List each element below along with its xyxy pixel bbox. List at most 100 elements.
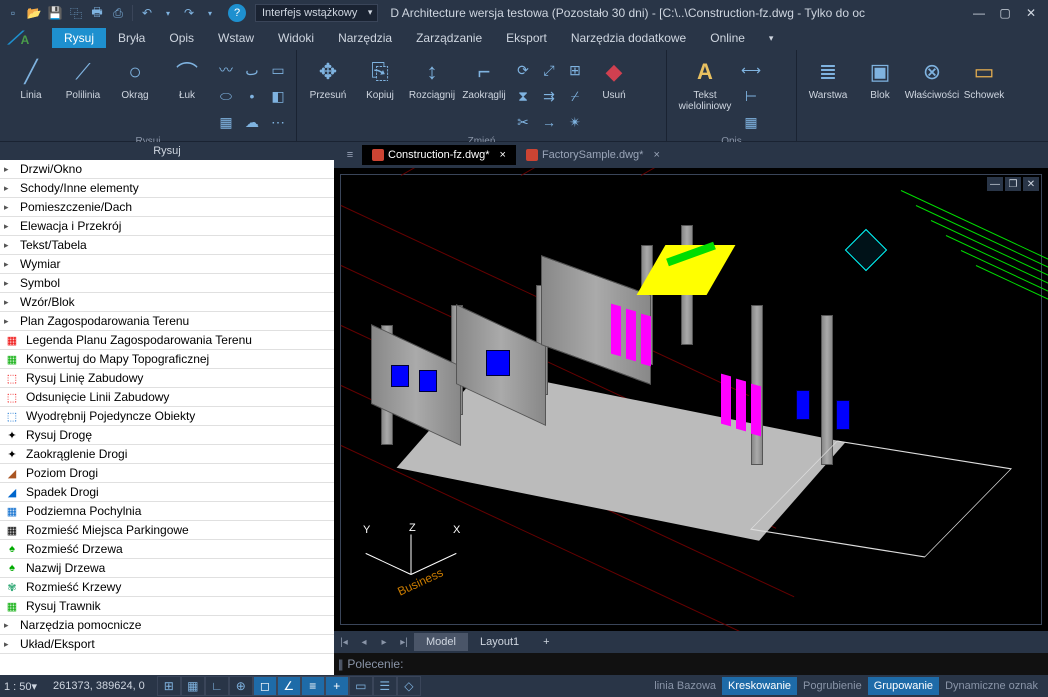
arc-button[interactable]: ⌒Łuk (162, 54, 212, 134)
model-icon[interactable]: ▭ (349, 676, 373, 696)
view-cube[interactable] (841, 225, 891, 275)
tab-close-icon[interactable]: × (500, 149, 506, 161)
tab-model[interactable]: Model (414, 633, 468, 651)
palette-item[interactable]: ▸Tekst/Tabela (0, 236, 334, 255)
tab-first-icon[interactable]: |◂ (334, 632, 354, 652)
palette-item[interactable]: ▸Elewacja i Przekrój (0, 217, 334, 236)
palette-item[interactable]: ▸Narzędzia pomocnicze (0, 616, 334, 635)
palette-item[interactable]: ▦Rozmieść Miejsca Parkingowe (0, 521, 334, 540)
palette-item[interactable]: ◢Poziom Drogi (0, 464, 334, 483)
palette-item[interactable]: ⬚Odsunięcie Linii Zabudowy (0, 388, 334, 407)
tab-last-icon[interactable]: ▸| (394, 632, 414, 652)
menu-bryła[interactable]: Bryła (106, 28, 157, 48)
clipboard-button[interactable]: ▭Schowek (959, 54, 1009, 141)
palette-item[interactable]: ▸Układ/Eksport (0, 635, 334, 654)
undo-icon[interactable]: ↶ (138, 4, 156, 22)
command-input[interactable] (407, 657, 1044, 672)
tab-close-icon[interactable]: × (653, 149, 659, 161)
status-toggle-grupowanie[interactable]: Grupowanie (868, 677, 939, 695)
otrack-icon[interactable]: ∠ (277, 676, 301, 696)
dim-linear-icon[interactable]: ⟷ (739, 58, 763, 82)
ellipse-icon[interactable]: ⬭ (214, 84, 238, 108)
ui-style-dropdown[interactable]: Interfejs wstążkowy (255, 4, 378, 22)
snap-grid-icon[interactable]: ⊞ (157, 676, 181, 696)
palette-item[interactable]: ▦Konwertuj do Mapy Topograficznej (0, 350, 334, 369)
layer-button[interactable]: ≣Warstwa (803, 54, 853, 141)
spline-icon[interactable]: 〰 (214, 58, 238, 82)
status-toggle-pogrubienie[interactable]: Pogrubienie (797, 677, 868, 695)
trim-icon[interactable]: ✂ (511, 110, 535, 134)
osnap-icon[interactable]: ◻ (253, 676, 277, 696)
save-icon[interactable]: 💾 (46, 4, 64, 22)
menu-rysuj[interactable]: Rysuj (52, 28, 106, 48)
palette-item[interactable]: ▦Legenda Planu Zagospodarowania Terenu (0, 331, 334, 350)
palette-item[interactable]: ▸Plan Zagospodarowania Terenu (0, 312, 334, 331)
rotate-icon[interactable]: ⟳ (511, 58, 535, 82)
palette-item[interactable]: ✦Zaokrąglenie Drogi (0, 445, 334, 464)
palette-item[interactable]: ▸Wymiar (0, 255, 334, 274)
redo-drop-icon[interactable]: ▾ (201, 4, 219, 22)
menu-eksport[interactable]: Eksport (494, 28, 559, 48)
lwt-icon[interactable]: ≡ (301, 676, 325, 696)
doc-tab[interactable]: Construction-fz.dwg*× (362, 145, 516, 165)
menu-wstaw[interactable]: Wstaw (206, 28, 266, 48)
menu-narzędzia[interactable]: Narzędzia (326, 28, 404, 48)
plot-icon[interactable]: 🖶 (88, 4, 106, 22)
palette-item[interactable]: ✦Rysuj Drogę (0, 426, 334, 445)
saveall-icon[interactable]: ⿻ (67, 4, 85, 22)
menu-expand-icon[interactable]: ▾ (757, 30, 786, 47)
view-close-icon[interactable]: ✕ (1023, 177, 1039, 191)
scale-display[interactable]: 1 : 50▾ (4, 680, 37, 693)
help-icon[interactable]: ? (228, 4, 246, 22)
menu-online[interactable]: Online (698, 28, 757, 48)
cmdline-grip-icon[interactable]: ||| (338, 657, 341, 671)
palette-item[interactable]: ▦Podziemna Pochylnia (0, 502, 334, 521)
break-icon[interactable]: ⌿ (563, 84, 587, 108)
drawing-canvas[interactable]: — ❐ ✕ (334, 168, 1048, 631)
minimize-button[interactable]: — (970, 4, 988, 22)
doc-tab[interactable]: FactorySample.dwg*× (516, 145, 670, 165)
tab-layout1[interactable]: Layout1 (468, 633, 531, 651)
menu-zarządzanie[interactable]: Zarządzanie (404, 28, 494, 48)
palette-item[interactable]: ✾Rozmieść Krzewy (0, 578, 334, 597)
command-line[interactable]: ||| Polecenie: (334, 653, 1048, 675)
tab-prev-icon[interactable]: ◂ (354, 632, 374, 652)
scale-icon[interactable]: ⤢ (537, 58, 561, 82)
status-toggle-kreskowanie[interactable]: Kreskowanie (722, 677, 797, 695)
palette-item[interactable]: ▦Rysuj Trawnik (0, 597, 334, 616)
menu-opis[interactable]: Opis (157, 28, 206, 48)
menu-narzędzia-dodatkowe[interactable]: Narzędzia dodatkowe (559, 28, 698, 48)
properties-button[interactable]: ⊗Właściwości (907, 54, 957, 141)
redo-icon[interactable]: ↷ (180, 4, 198, 22)
table-icon[interactable]: ▦ (739, 110, 763, 134)
hatch-icon[interactable]: ▦ (214, 110, 238, 134)
explode-icon[interactable]: ✴ (563, 110, 587, 134)
grid-icon[interactable]: ▦ (181, 676, 205, 696)
cloud-icon[interactable]: ☁ (240, 110, 264, 134)
dyn-icon[interactable]: + (325, 676, 349, 696)
circle-button[interactable]: ○Okrąg (110, 54, 160, 134)
more-icon[interactable]: ⋯ (266, 110, 290, 134)
move-button[interactable]: ✥Przesuń (303, 54, 353, 134)
palette-item[interactable]: ▸Drzwi/Okno (0, 160, 334, 179)
palette-item[interactable]: ▸Schody/Inne elementy (0, 179, 334, 198)
mtext-button[interactable]: ATekst wieloliniowy (673, 54, 737, 134)
open-icon[interactable]: 📂 (25, 4, 43, 22)
tab-add[interactable]: + (531, 633, 561, 651)
ortho-icon[interactable]: ∟ (205, 676, 229, 696)
polyline-button[interactable]: ⟋Polilinia (58, 54, 108, 134)
palette-item[interactable]: ▸Symbol (0, 274, 334, 293)
close-button[interactable]: ✕ (1022, 4, 1040, 22)
polar-icon[interactable]: ⊕ (229, 676, 253, 696)
view-minimize-icon[interactable]: — (987, 177, 1003, 191)
doc-tab-list-icon[interactable]: ≡ (338, 145, 362, 165)
menu-widoki[interactable]: Widoki (266, 28, 326, 48)
maximize-button[interactable]: ▢ (996, 4, 1014, 22)
revcloud-icon[interactable]: ٮ (240, 58, 264, 82)
extend-icon[interactable]: → (537, 110, 561, 134)
tab-next-icon[interactable]: ▸ (374, 632, 394, 652)
view-restore-icon[interactable]: ❐ (1005, 177, 1021, 191)
undo-drop-icon[interactable]: ▾ (159, 4, 177, 22)
preview-icon[interactable]: ⎙ (109, 4, 127, 22)
new-icon[interactable]: ▫ (4, 4, 22, 22)
